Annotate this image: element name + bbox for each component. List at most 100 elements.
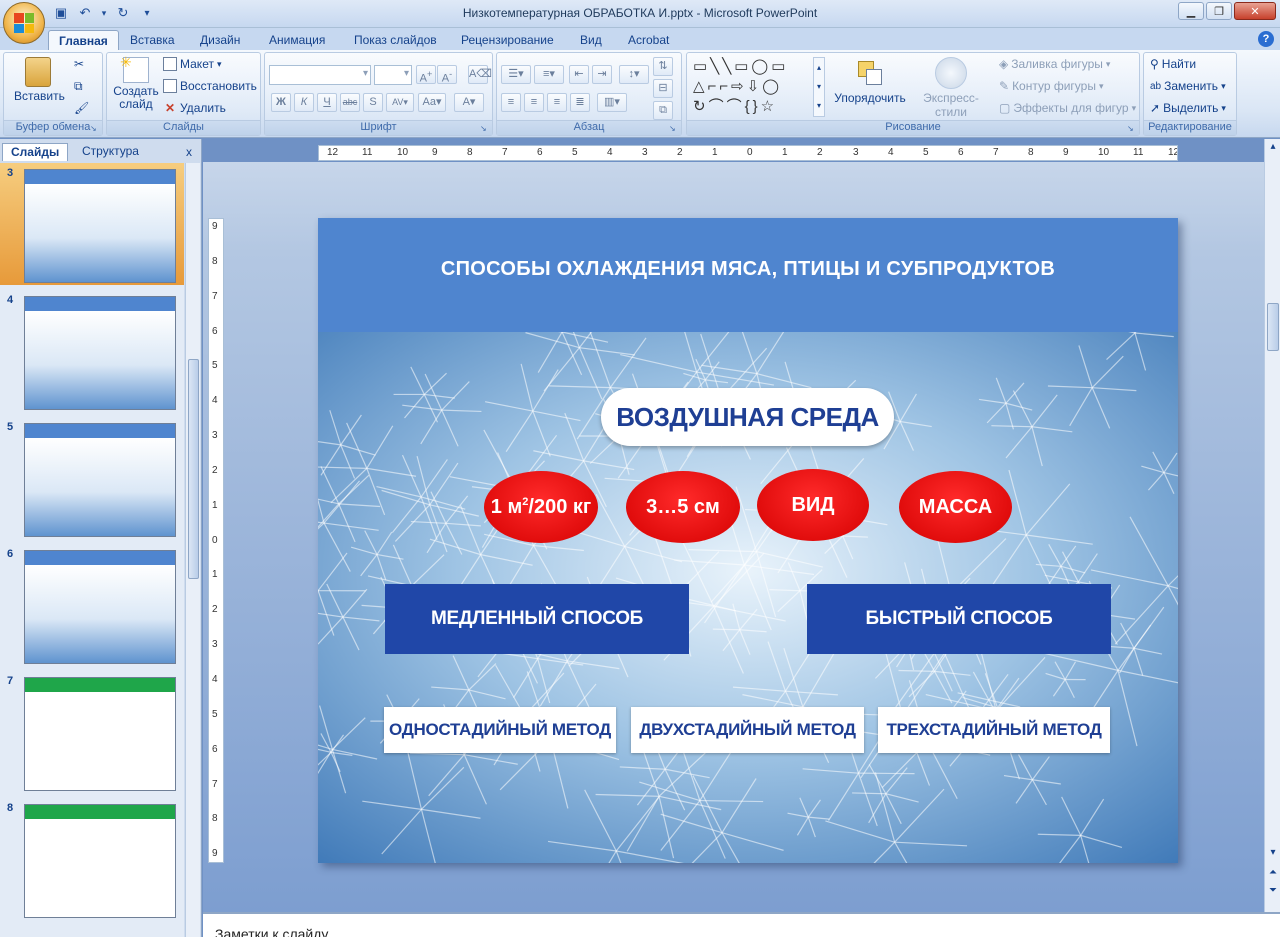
slide-thumbnail[interactable] (24, 296, 176, 410)
slide-thumbnail[interactable] (24, 804, 176, 918)
three-stage-box[interactable]: ТРЕХСТАДИЙНЫЙ МЕТОД (878, 707, 1110, 753)
scroll-down-icon[interactable]: ▾ (1267, 847, 1279, 858)
drawing-launcher-icon[interactable]: ↘ (1127, 124, 1136, 133)
slide-title[interactable]: СПОСОБЫ ОХЛАЖДЕНИЯ МЯСА, ПТИЦЫ И СУБПРОД… (318, 258, 1178, 281)
two-stage-box[interactable]: ДВУХСТАДИЙНЫЙ МЕТОД (631, 707, 864, 753)
shrink-font-icon[interactable]: A- (437, 65, 457, 85)
columns-icon[interactable]: ▥▾ (597, 93, 627, 112)
layout-button[interactable]: Макет ▾ (163, 57, 222, 71)
tab-review[interactable]: Рецензирование (451, 30, 564, 50)
replace-button[interactable]: ab Заменить ▾ (1150, 79, 1226, 93)
thumbnails-scroll-thumb[interactable] (188, 359, 199, 579)
shapes-gallery[interactable]: ▭╲╲▭◯▭ △⌐⌐⇨⇩◯ ↻⌒⌒{}☆ (693, 57, 821, 117)
text-direction-icon[interactable]: ⇅ (653, 57, 673, 76)
shadow-icon[interactable]: S (363, 93, 383, 112)
slide-thumbnail-row[interactable]: 6 (0, 544, 184, 666)
slow-method-box[interactable]: МЕДЛЕННЫЙ СПОСОБ (385, 584, 689, 654)
delete-button[interactable]: ✕ Удалить (163, 101, 226, 115)
shape-outline-button[interactable]: ✎ Контур фигуры ▾ (999, 79, 1104, 93)
slide-thumbnail[interactable] (24, 550, 176, 664)
bullets-icon[interactable]: ☰▾ (501, 65, 531, 84)
slide-thumbnail-row[interactable]: 8 (0, 798, 184, 920)
line-spacing-icon[interactable]: ↕▾ (619, 65, 649, 84)
oval-thickness[interactable]: 3…5 см (626, 471, 740, 543)
current-slide[interactable]: СПОСОБЫ ОХЛАЖДЕНИЯ МЯСА, ПТИЦЫ И СУБПРОД… (318, 218, 1178, 863)
tab-design[interactable]: Дизайн (190, 30, 250, 50)
close-button[interactable]: ✕ (1234, 2, 1276, 20)
air-medium-label[interactable]: ВОЗДУШНАЯ СРЕДА (601, 388, 894, 446)
tab-animation[interactable]: Анимация (259, 30, 335, 50)
fast-method-box[interactable]: БЫСТРЫЙ СПОСОБ (807, 584, 1111, 654)
font-launcher-icon[interactable]: ↘ (480, 124, 489, 133)
reset-button[interactable]: Восстановить (163, 79, 257, 93)
arrange-button[interactable]: Упорядочить (833, 57, 907, 105)
previous-slide-icon[interactable]: ⏶ (1267, 867, 1279, 878)
thumbnails-scrollbar[interactable] (185, 163, 200, 937)
tab-outline-pane[interactable]: Структура (74, 143, 147, 161)
notes-placeholder[interactable]: Заметки к слайду (215, 926, 328, 937)
spacing-icon[interactable]: AV▾ (386, 93, 414, 112)
strikethrough-icon[interactable]: abc (340, 93, 360, 112)
italic-icon[interactable]: К (294, 93, 314, 112)
single-stage-box[interactable]: ОДНОСТАДИЙНЫЙ МЕТОД (384, 707, 616, 753)
next-slide-icon[interactable]: ⏷ (1267, 885, 1279, 896)
ruler-tick-label: 2 (817, 147, 823, 158)
align-text-icon[interactable]: ⊟ (653, 79, 673, 98)
font-family-combo[interactable] (269, 65, 371, 85)
decrease-indent-icon[interactable]: ⇤ (569, 65, 589, 84)
find-button[interactable]: ⚲ Найти (1150, 57, 1196, 71)
numbering-icon[interactable]: ≡▾ (534, 65, 564, 84)
oval-mass[interactable]: МАССА (899, 471, 1012, 543)
slide-thumbnail-row[interactable]: 3 (0, 163, 184, 285)
tab-slides-pane[interactable]: Слайды (2, 143, 69, 161)
cut-icon[interactable]: ✂ (74, 57, 84, 71)
tab-slideshow[interactable]: Показ слайдов (344, 30, 447, 50)
clear-format-icon[interactable]: A⌫ (468, 65, 492, 84)
select-button[interactable]: ➚ Выделить ▾ (1150, 101, 1226, 115)
underline-icon[interactable]: Ч (317, 93, 337, 112)
shape-fill-button[interactable]: ◈ Заливка фигуры ▾ (999, 57, 1110, 71)
oval-type[interactable]: ВИД (757, 469, 869, 541)
grow-font-icon[interactable]: A+ (416, 65, 436, 85)
paragraph-launcher-icon[interactable]: ↘ (669, 124, 678, 133)
copy-icon[interactable]: ⧉ (74, 79, 83, 94)
restore-button[interactable]: ❐ (1206, 2, 1232, 20)
justify-icon[interactable]: ≣ (570, 93, 590, 112)
slide-scroll-thumb[interactable] (1267, 303, 1279, 351)
shape-effects-button[interactable]: ▢ Эффекты для фигур ▾ (999, 101, 1136, 115)
office-button[interactable] (3, 2, 45, 44)
slide-thumbnail[interactable] (24, 423, 176, 537)
slide-thumbnail[interactable] (24, 169, 176, 283)
tab-view[interactable]: Вид (570, 30, 612, 50)
increase-indent-icon[interactable]: ⇥ (592, 65, 612, 84)
help-icon[interactable]: ? (1258, 31, 1274, 47)
tab-insert[interactable]: Вставка (120, 30, 185, 50)
slide-thumbnail-row[interactable]: 7 (0, 671, 184, 793)
font-color-icon[interactable]: A▾ (454, 93, 484, 112)
group-slides: ✳ Создать слайд Макет ▾ Восстановить ✕ Уда… (106, 52, 261, 136)
smartart-icon[interactable]: ⧉ (653, 101, 673, 120)
quick-styles-button[interactable]: Экспресс-стили (909, 57, 993, 119)
change-case-icon[interactable]: Aa▾ (418, 93, 446, 112)
align-center-icon[interactable]: ≡ (524, 93, 544, 112)
close-pane-icon[interactable]: x (186, 145, 192, 159)
paste-button[interactable]: Вставить (14, 57, 65, 103)
scroll-up-icon[interactable]: ▴ (1267, 141, 1279, 152)
format-painter-icon[interactable]: 🖌 (74, 101, 89, 115)
minimize-button[interactable]: ▁ (1178, 2, 1204, 20)
slide-thumbnail[interactable] (24, 677, 176, 791)
notes-pane[interactable]: Заметки к слайду (203, 912, 1280, 937)
align-right-icon[interactable]: ≡ (547, 93, 567, 112)
oval-area-per-mass[interactable]: 1 м 2/200 кг (484, 471, 598, 543)
tab-home[interactable]: Главная (48, 30, 119, 50)
slide-thumbnail-row[interactable]: 5 (0, 417, 184, 539)
bold-icon[interactable]: Ж (271, 93, 291, 112)
tab-acrobat[interactable]: Acrobat (618, 30, 679, 50)
shapes-scroll[interactable]: ▴ ▾ ▾ (813, 57, 825, 117)
slide-scrollbar[interactable]: ▴ ▾ ⏶ ⏷ (1264, 139, 1280, 912)
align-left-icon[interactable]: ≡ (501, 93, 521, 112)
new-slide-button[interactable]: ✳ Создать слайд (111, 54, 161, 111)
font-size-combo[interactable] (374, 65, 412, 85)
clipboard-launcher-icon[interactable]: ↘ (90, 124, 99, 133)
slide-thumbnail-row[interactable]: 4 (0, 290, 184, 412)
